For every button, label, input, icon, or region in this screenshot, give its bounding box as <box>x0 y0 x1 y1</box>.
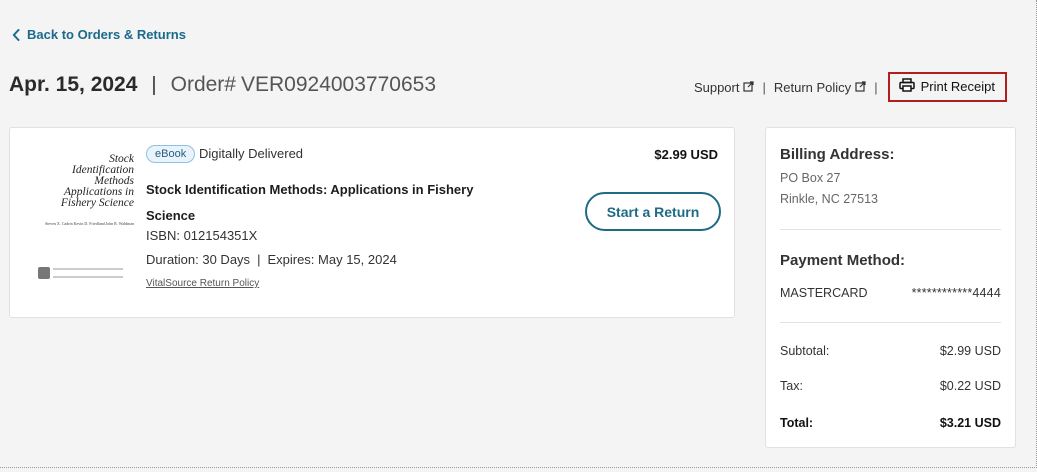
print-receipt-label: Print Receipt <box>920 79 995 94</box>
delivery-status: Digitally Delivered <box>199 146 304 161</box>
printer-icon <box>898 78 915 95</box>
publisher-logo <box>38 267 123 279</box>
external-link-icon <box>855 80 866 95</box>
divider <box>780 229 1001 230</box>
subtotal-row: Subtotal: $2.99 USD <box>780 344 1001 358</box>
cover-authors: Steven X. Cadrin Kevin D. Friedland John… <box>44 221 134 226</box>
address-line-1: PO Box 27 <box>780 171 841 185</box>
total-value: $3.21 USD <box>939 416 1001 430</box>
card-type: MASTERCARD <box>780 286 868 300</box>
order-actions: Support | Return Policy | Print Receipt <box>694 72 1007 102</box>
return-policy-link[interactable]: Return Policy <box>774 80 866 95</box>
order-date: Apr. 15, 2024 <box>9 73 138 96</box>
address-line-2: Rinkle, NC 27513 <box>780 192 878 206</box>
total-row: Total: $3.21 USD <box>780 416 1001 430</box>
publisher-mark-icon <box>38 267 50 279</box>
payment-method-heading: Payment Method: <box>780 252 906 269</box>
subtotal-value: $2.99 USD <box>939 344 1001 358</box>
back-to-orders-link[interactable]: Back to Orders & Returns <box>12 27 186 42</box>
back-link-label: Back to Orders & Returns <box>27 27 186 42</box>
expiry-text: Expires: May 15, 2024 <box>267 252 397 267</box>
duration-text: Duration: 30 Days <box>146 252 251 267</box>
subtotal-label: Subtotal: <box>780 344 830 358</box>
support-link-label: Support <box>693 79 740 95</box>
support-link[interactable]: Support <box>694 80 755 95</box>
ebook-badge: eBook <box>146 145 196 163</box>
header-separator: | <box>151 74 157 96</box>
duration-separator: | <box>257 252 261 267</box>
vitalsource-policy-link[interactable]: VitalSource Return Policy <box>146 278 259 289</box>
card-number: ************4444 <box>911 286 1001 300</box>
link-separator: | <box>762 79 766 95</box>
order-item-card: Stock Identification Methods Application… <box>9 127 735 318</box>
tax-label: Tax: <box>780 379 803 393</box>
order-header: Apr. 15, 2024 | Order# VER0924003770653 <box>9 73 436 97</box>
billing-address-heading: Billing Address: <box>780 146 895 163</box>
return-policy-link-label: Return Policy <box>773 79 852 95</box>
divider <box>780 322 1001 323</box>
payment-card-row: MASTERCARD ************4444 <box>780 286 1001 300</box>
start-return-button[interactable]: Start a Return <box>585 192 721 231</box>
tax-value: $0.22 USD <box>939 379 1001 393</box>
chevron-left-icon <box>12 28 20 41</box>
cover-title-line: Fishery Science <box>60 197 134 209</box>
order-number: VER0924003770653 <box>240 73 436 96</box>
link-separator: | <box>874 79 878 95</box>
order-summary-card: Billing Address: PO Box 27 Rinkle, NC 27… <box>765 127 1016 448</box>
order-number-label: Order# <box>170 73 236 96</box>
item-title: Stock Identification Methods: Applicatio… <box>146 182 474 223</box>
rental-duration: Duration: 30 Days | Expires: May 15, 2024 <box>146 252 397 267</box>
tax-row: Tax: $0.22 USD <box>780 379 1001 393</box>
print-receipt-button[interactable]: Print Receipt <box>887 72 1007 102</box>
item-isbn: ISBN: 012154351X <box>146 228 258 243</box>
external-link-icon <box>743 80 755 95</box>
total-label: Total: <box>780 416 814 430</box>
item-price: $2.99 USD <box>654 147 718 162</box>
book-cover-image: Stock Identification Methods Application… <box>34 153 134 294</box>
